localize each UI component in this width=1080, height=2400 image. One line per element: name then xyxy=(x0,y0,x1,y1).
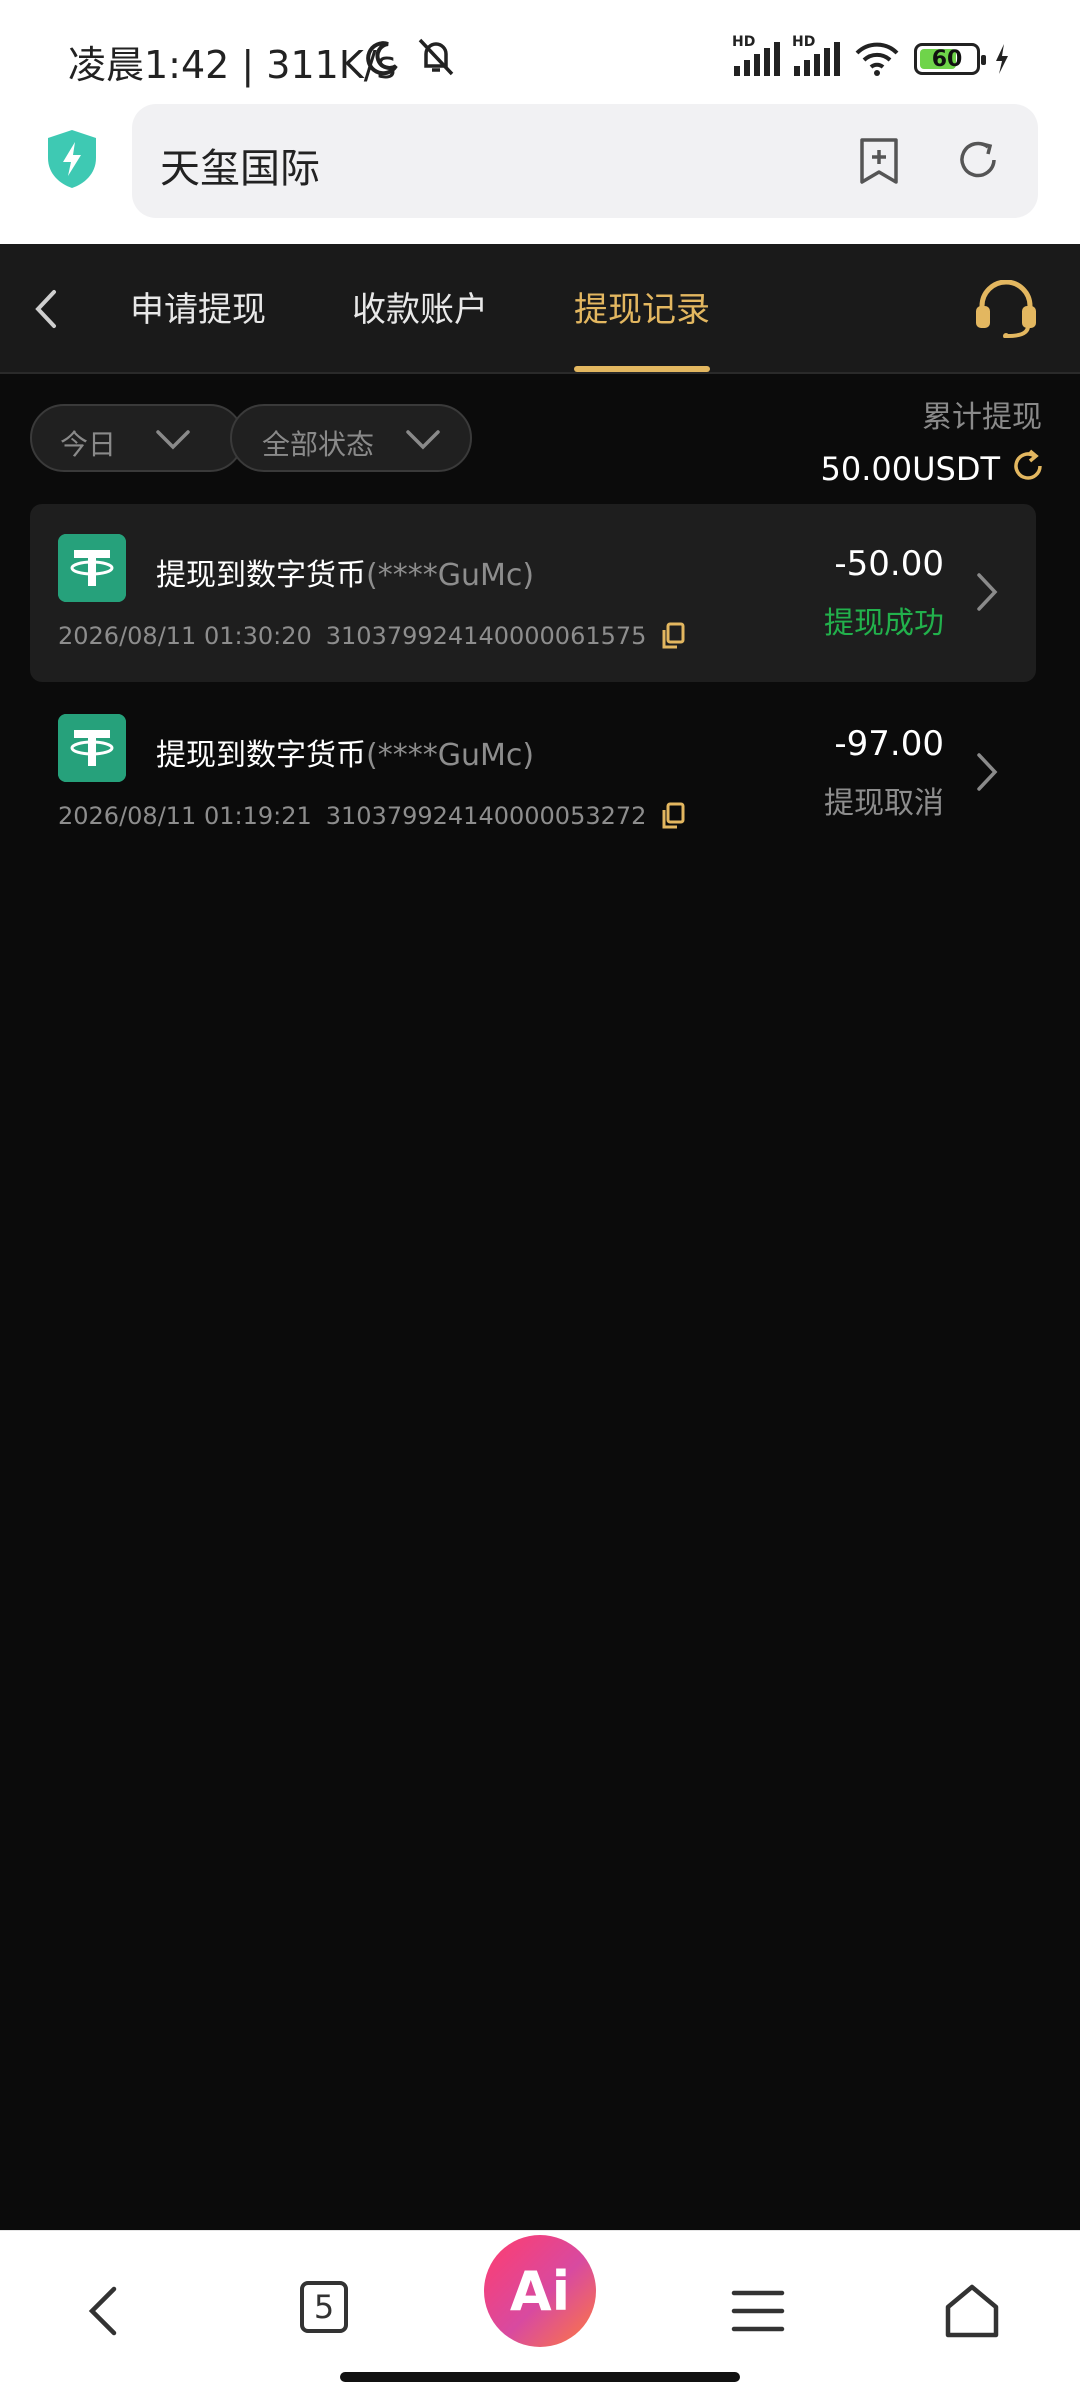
account-mask: (****GuMc) xyxy=(366,558,535,593)
back-chevron-icon[interactable] xyxy=(30,286,62,332)
signal-1-icon: HD xyxy=(732,34,780,76)
charging-bolt-icon xyxy=(996,44,1008,74)
app-header: 申请提现 收款账户 提现记录 xyxy=(0,244,1080,374)
account-mask: (****GuMc) xyxy=(366,738,535,773)
status-filter[interactable]: 全部状态 xyxy=(230,404,472,472)
record-title: 提现到数字货币(****GuMc) xyxy=(156,738,535,773)
record-meta: 2026/08/11 01:19:21 31037992414000005327… xyxy=(58,802,686,830)
add-bookmark-icon[interactable] xyxy=(856,136,902,186)
chevron-down-icon xyxy=(406,430,440,450)
date-filter[interactable]: 今日 xyxy=(30,404,244,472)
tether-icon xyxy=(58,534,126,602)
chevron-right-icon xyxy=(977,573,998,611)
record-datetime: 2026/08/11 01:19:21 xyxy=(58,802,312,830)
ai-assistant-button[interactable]: Ai xyxy=(484,2235,596,2347)
mute-bell-icon xyxy=(418,38,454,76)
active-tab-indicator xyxy=(574,366,710,372)
record-title: 提现到数字货币(****GuMc) xyxy=(156,558,535,593)
tab-apply-withdraw[interactable]: 申请提现 xyxy=(130,282,266,331)
battery-icon: 60 xyxy=(914,43,986,75)
copy-icon[interactable] xyxy=(660,622,686,650)
shield-bolt-icon[interactable] xyxy=(44,128,100,190)
home-icon[interactable] xyxy=(942,2281,1002,2341)
record-status: 提现成功 xyxy=(824,606,944,641)
signal-2-icon: HD xyxy=(792,34,840,76)
date-filter-label: 今日 xyxy=(60,428,117,461)
refresh-icon[interactable] xyxy=(1010,448,1046,484)
tabs-count-button[interactable]: 5 xyxy=(300,2281,348,2333)
wifi-icon xyxy=(855,42,899,76)
chevron-right-icon xyxy=(977,753,998,791)
status-time: 凌晨1:42 | 311K/s xyxy=(68,43,397,87)
tab-payment-account[interactable]: 收款账户 xyxy=(352,282,488,331)
record-amount: -97.00 xyxy=(834,724,944,764)
record-datetime: 2026/08/11 01:30:20 xyxy=(58,622,312,650)
withdraw-record-row[interactable]: 提现到数字货币(****GuMc) 2026/08/11 01:19:21 31… xyxy=(30,684,1036,862)
reload-icon[interactable] xyxy=(954,136,1002,184)
record-order-id: 310379924140000053272 xyxy=(325,802,647,830)
record-meta: 2026/08/11 01:30:20 31037992414000006157… xyxy=(58,622,686,650)
record-amount: -50.00 xyxy=(834,544,944,584)
site-title: 天玺国际 xyxy=(160,146,320,192)
record-order-id: 310379924140000061575 xyxy=(325,622,647,650)
browser-bar: 天玺国际 xyxy=(0,100,1080,244)
address-bar[interactable]: 天玺国际 xyxy=(132,104,1038,218)
tether-icon xyxy=(58,714,126,782)
record-status: 提现取消 xyxy=(824,786,944,821)
nav-back-icon[interactable] xyxy=(76,2281,136,2341)
withdraw-record-row[interactable]: 提现到数字货币(****GuMc) 2026/08/11 01:30:20 31… xyxy=(30,504,1036,682)
copy-icon[interactable] xyxy=(660,802,686,830)
headset-icon[interactable] xyxy=(974,280,1038,338)
status-icons: HD HD 60 xyxy=(732,34,1010,80)
menu-icon[interactable] xyxy=(728,2281,788,2341)
status-filter-label: 全部状态 xyxy=(262,428,375,461)
gesture-home-bar[interactable] xyxy=(340,2372,740,2382)
total-withdraw-label: 累计提现 xyxy=(922,400,1042,435)
tab-withdraw-records[interactable]: 提现记录 xyxy=(574,282,710,331)
moon-icon xyxy=(366,41,398,76)
status-bar: 凌晨1:42 | 311K/s HD HD 60 xyxy=(0,0,1080,100)
total-withdraw-value: 50.00USDT xyxy=(820,450,1000,488)
chevron-down-icon xyxy=(156,430,190,450)
